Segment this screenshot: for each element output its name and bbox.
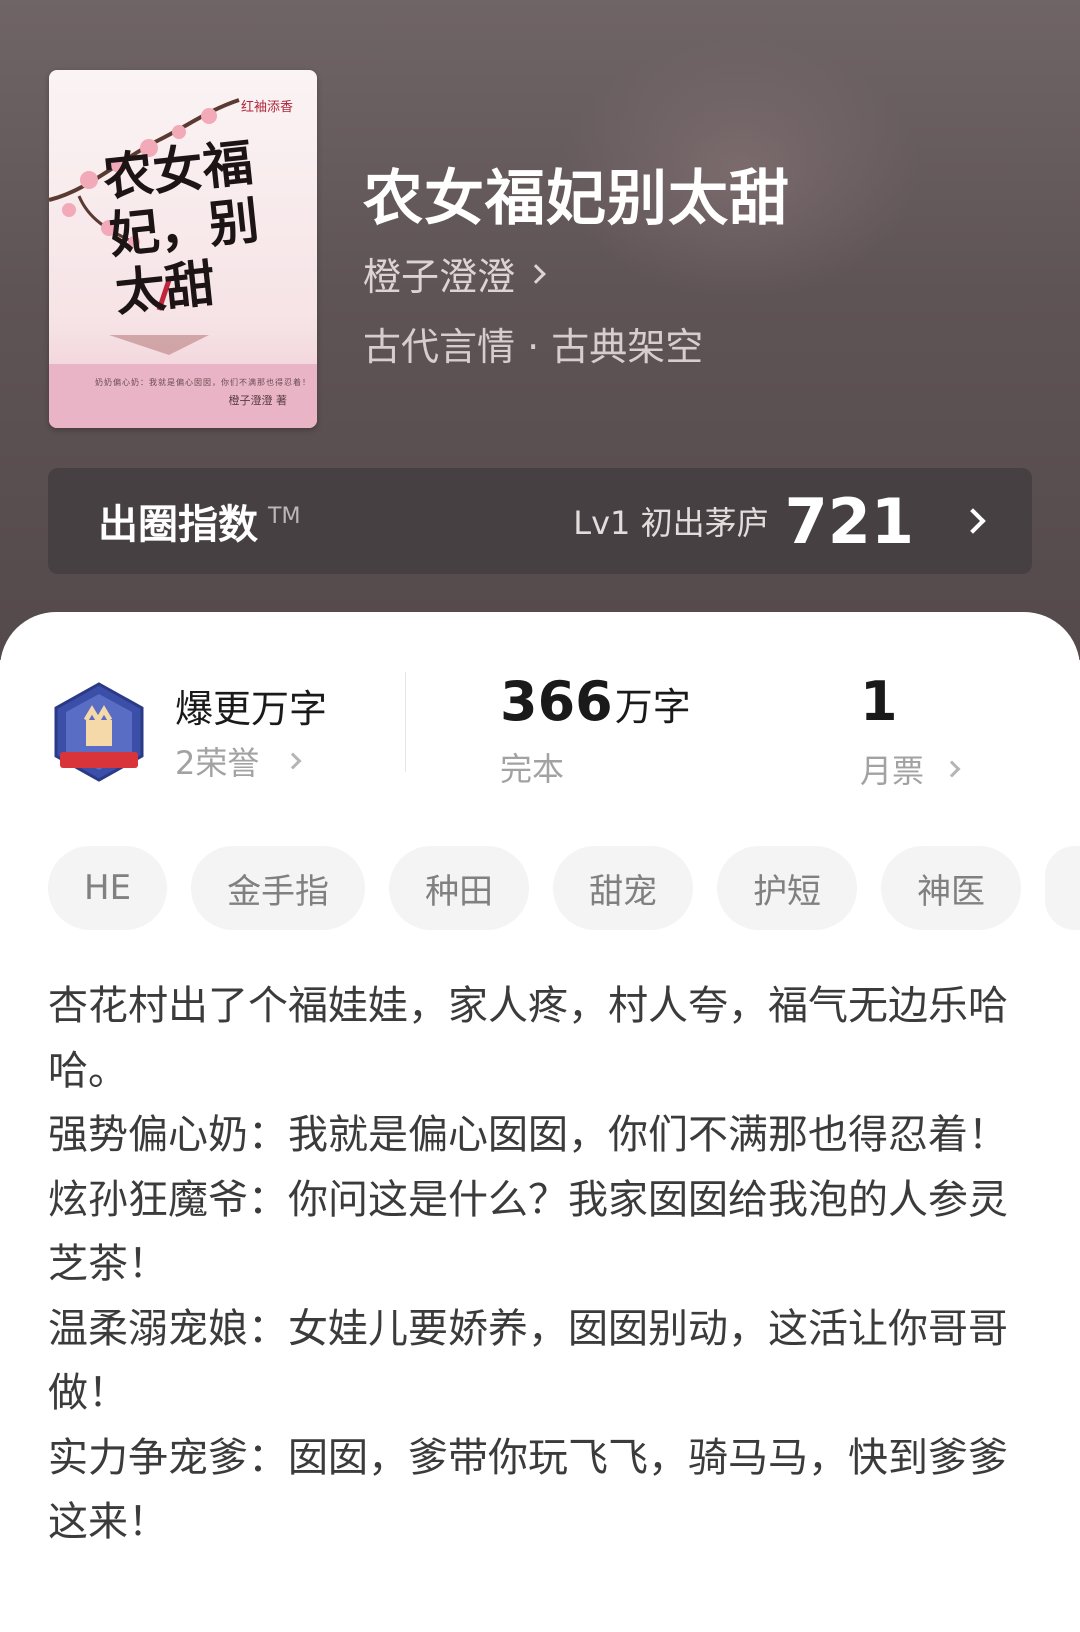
honor-badge-icon[interactable] [50, 680, 148, 784]
tag-chip[interactable]: 神医 [881, 846, 1022, 930]
book-cover[interactable]: 红袖添香 农女福妃，别太甜 奶奶偏心奶：我就是偏心囡囡，你们不满那也得忍着！ 橙… [49, 70, 317, 428]
tag-chip-partial[interactable] [1045, 846, 1080, 930]
monthly-ticket-count: 1 [860, 670, 898, 733]
honor-count: 2荣誉 [175, 744, 260, 782]
genre-label: 古代言情 · 古典架空 [363, 325, 704, 369]
tag-chip[interactable]: 甜宠 [553, 846, 694, 930]
book-header: 红袖添香 农女福妃，别太甜 奶奶偏心奶：我就是偏心囡囡，你们不满那也得忍着！ 橙… [0, 0, 1080, 660]
index-level: Lv1 初出茅庐 [573, 504, 769, 542]
synopsis-line: 炫孙狂魔爷：你问这是什么？我家囡囡给我泡的人参灵芝茶！ [48, 1176, 1008, 1288]
monthly-ticket-label: 月票 [860, 752, 925, 790]
tag-chip[interactable]: 护短 [717, 846, 858, 930]
index-label: 出圈指数 [98, 502, 258, 548]
index-score: 721 [784, 484, 914, 558]
book-title: 农女福妃别太甜 [363, 164, 790, 234]
synopsis: 杏花村出了个福娃娃，家人疼，村人夸，福气无边乐哈哈。 强势偏心奶：我就是偏心囡囡… [48, 974, 1008, 1555]
cover-author: 橙子澄澄 著 [228, 394, 288, 407]
chevron-right-icon [284, 752, 302, 770]
word-count: 366万字 [500, 670, 691, 733]
synopsis-line: 温柔溺宠娘：女娃儿要娇养，囡囡别动，这活让你哥哥做！ [48, 1305, 1008, 1417]
cover-publisher: 红袖添香 [240, 100, 293, 115]
cover-blurb: 奶奶偏心奶：我就是偏心囡囡，你们不满那也得忍着！ [95, 378, 311, 387]
synopsis-line: 实力争宠爹：囡囡，爹带你玩飞飞，骑马马，快到爹爹这来！ [48, 1434, 1008, 1546]
index-right: Lv1 初出茅庐 721 [573, 484, 986, 558]
word-count-unit: 万字 [614, 685, 691, 729]
monthly-ticket-link[interactable]: 月票 [860, 746, 961, 792]
trademark-label: TM [268, 504, 301, 529]
tag-chip[interactable]: 金手指 [191, 846, 366, 930]
tag-list: HE 金手指 种田 甜宠 护短 神医 [48, 846, 1080, 930]
word-count-number: 366 [500, 670, 613, 733]
stats-divider [405, 672, 406, 772]
chevron-right-icon [943, 760, 961, 778]
synopsis-line: 强势偏心奶：我就是偏心囡囡，你们不满那也得忍着！ [48, 1112, 1008, 1158]
tag-chip[interactable]: 种田 [389, 846, 530, 930]
honor-title: 爆更万字 [175, 687, 328, 731]
author-name: 橙子澄澄 [363, 255, 516, 299]
chevron-right-icon [526, 263, 546, 284]
completion-status: 完本 [500, 750, 565, 788]
synopsis-line: 杏花村出了个福娃娃，家人疼，村人夸，福气无边乐哈哈。 [48, 983, 1008, 1094]
popularity-index-bar[interactable]: 出圈指数 TM Lv1 初出茅庐 721 [48, 468, 1032, 574]
cover-title: 农女福妃，别太甜 [100, 132, 262, 323]
honor-link[interactable]: 2荣誉 [175, 738, 302, 784]
author-link[interactable]: 橙子澄澄 [363, 246, 546, 301]
tag-chip[interactable]: HE [48, 846, 168, 930]
chevron-right-icon [960, 508, 986, 534]
